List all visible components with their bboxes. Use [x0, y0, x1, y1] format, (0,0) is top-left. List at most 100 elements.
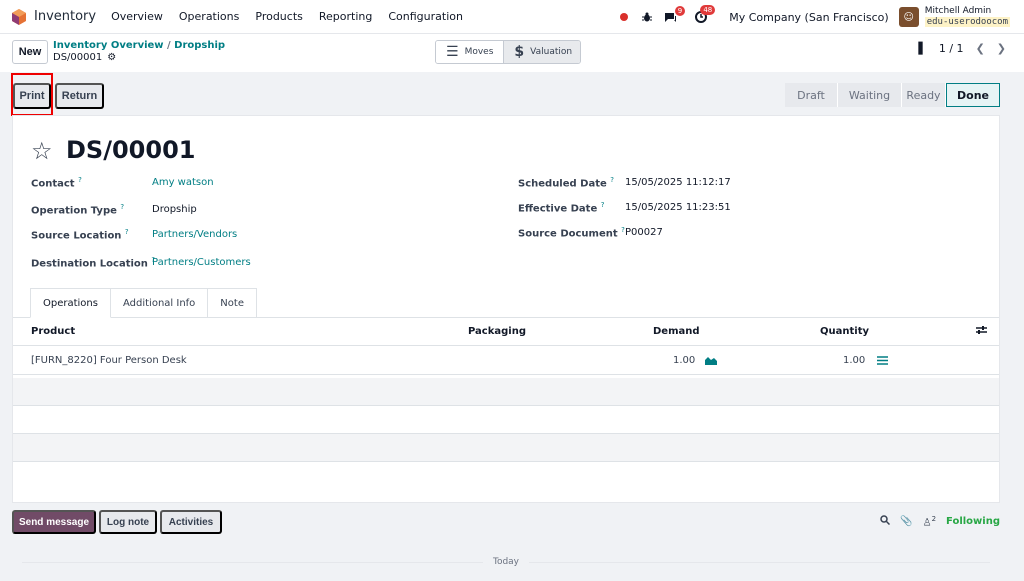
pager-value[interactable]: 1 / 1	[939, 42, 964, 55]
highlight-box	[11, 73, 53, 116]
table-row-empty	[13, 378, 999, 406]
column-product[interactable]: Product	[31, 326, 75, 337]
paperclip-icon[interactable]: 📎	[900, 516, 912, 527]
inventory-app-icon[interactable]	[12, 8, 26, 25]
table-row-empty	[13, 434, 999, 462]
pager-previous-icon[interactable]: ❮	[976, 42, 985, 55]
help-icon[interactable]: ?	[120, 203, 124, 211]
log-note-button[interactable]: Log note	[99, 510, 157, 534]
status-draft[interactable]: Draft	[785, 83, 838, 107]
star-icon[interactable]: ☆	[31, 137, 53, 165]
effective-date-field[interactable]: 15/05/2025 11:23:51	[625, 202, 731, 213]
row-quantity[interactable]: 1.00	[843, 355, 865, 366]
activity-clock-icon[interactable]: 48	[695, 5, 716, 23]
bookmark-icon[interactable]: ▌	[918, 42, 926, 55]
app-name[interactable]: Inventory	[34, 9, 96, 24]
smart-buttons: ☰ Moves $ Valuation	[435, 40, 582, 64]
source-document-label-text: Source Document	[518, 228, 618, 240]
send-message-button[interactable]: Send message	[12, 510, 96, 534]
contact-label-text: Contact	[31, 178, 75, 190]
avatar[interactable]: ☺	[898, 7, 919, 27]
status-waiting[interactable]: Waiting	[838, 83, 902, 107]
breadcrumb-dropship[interactable]: Dropship	[174, 40, 225, 51]
scheduled-date-field[interactable]: 15/05/2025 11:12:17	[625, 177, 731, 188]
source-document-field[interactable]: P00027	[625, 227, 663, 238]
valuation-button[interactable]: $ Valuation	[503, 41, 581, 63]
database-name: edu-userodoocom	[924, 17, 1010, 27]
source-location-field[interactable]: Partners/Vendors	[152, 229, 237, 240]
following-button[interactable]: Following	[946, 516, 1000, 527]
column-settings-icon[interactable]	[976, 325, 987, 338]
gear-icon[interactable]: ⚙	[107, 52, 116, 63]
forecast-chart-icon[interactable]	[705, 356, 717, 368]
operation-type-label: Operation Type ?	[31, 203, 124, 216]
tab-operations[interactable]: Operations	[30, 288, 111, 318]
record-name: DS/00001 ⚙	[53, 52, 116, 63]
chat-badge: 9	[674, 5, 686, 16]
menu-reporting[interactable]: Reporting	[319, 10, 372, 23]
breadcrumb-inventory-overview[interactable]: Inventory Overview	[53, 40, 164, 51]
return-button[interactable]: Return	[55, 83, 104, 109]
status-pipeline: Draft Waiting Ready Done	[785, 83, 1000, 107]
company-switcher[interactable]: My Company (San Francisco)	[729, 11, 888, 24]
pager: ▌ 1 / 1 ❮ ❯	[918, 42, 1006, 55]
help-icon[interactable]: ?	[125, 228, 129, 236]
destination-location-label: Destination Location ?	[31, 256, 155, 269]
column-packaging[interactable]: Packaging	[468, 326, 526, 337]
followers-icon[interactable]: ♙2	[923, 515, 936, 528]
list-icon: ☰	[446, 44, 459, 60]
row-demand[interactable]: 1.00	[673, 355, 695, 366]
operation-type-field[interactable]: Dropship	[152, 204, 197, 215]
user-name: Mitchell Admin	[924, 6, 992, 16]
notebook-tabs: Operations Additional Info Note	[30, 288, 257, 318]
top-navbar: Inventory Overview Operations Products R…	[0, 0, 1024, 34]
new-button[interactable]: New	[12, 40, 48, 64]
chatter-topbar: Send message Log note Activities 📎 ♙2 Fo…	[12, 510, 1000, 536]
form-sheet: ☆ DS/00001 Contact ? Amy watson Operatio…	[12, 115, 1000, 503]
row-product[interactable]: [FURN_8220] Four Person Desk	[31, 355, 187, 366]
destination-location-field[interactable]: Partners/Customers	[152, 257, 251, 268]
followers-count: 2	[931, 515, 937, 523]
tab-additional-info[interactable]: Additional Info	[109, 288, 209, 318]
activities-button[interactable]: Activities	[160, 510, 222, 534]
column-quantity[interactable]: Quantity	[820, 326, 869, 337]
control-panel: New Inventory Overview / Dropship DS/000…	[0, 34, 1024, 72]
scheduled-date-label: Scheduled Date ?	[518, 176, 614, 189]
help-icon[interactable]: ?	[601, 201, 605, 209]
table-row-empty	[13, 406, 999, 434]
tab-note[interactable]: Note	[207, 288, 257, 318]
column-demand[interactable]: Demand	[653, 326, 700, 337]
operation-type-label-text: Operation Type	[31, 205, 117, 217]
table-header: Product Packaging Demand Quantity	[13, 318, 999, 346]
status-ready[interactable]: Ready	[902, 83, 946, 107]
date-separator: Today	[12, 557, 1000, 567]
chatter-actions: 📎 ♙2 Following	[880, 515, 1000, 528]
menu-products[interactable]: Products	[255, 10, 303, 23]
activity-badge: 48	[700, 5, 716, 15]
chat-icon[interactable]: 9	[664, 5, 686, 23]
pager-next-icon[interactable]: ❯	[997, 42, 1006, 55]
scheduled-date-label-text: Scheduled Date	[518, 178, 607, 190]
systray: 9 48 My Company (San Francisco) ☺ Mitche…	[620, 0, 1010, 34]
recording-dot-icon[interactable]	[620, 13, 629, 21]
dollar-icon: $	[514, 44, 525, 60]
help-icon[interactable]: ?	[610, 176, 614, 184]
menu-overview[interactable]: Overview	[111, 10, 163, 23]
breadcrumb-record: DS/00001	[53, 52, 103, 63]
source-document-label: Source Document ?	[518, 226, 625, 239]
moves-button[interactable]: ☰ Moves	[436, 41, 504, 63]
help-icon[interactable]: ?	[78, 176, 82, 184]
menu-configuration[interactable]: Configuration	[388, 10, 463, 23]
search-icon[interactable]	[880, 515, 891, 528]
menu-operations[interactable]: Operations	[179, 10, 239, 23]
scrollbar[interactable]	[1016, 80, 1024, 581]
user-menu[interactable]: Mitchell Admin edu-userodoocom	[924, 6, 1010, 28]
contact-field[interactable]: Amy watson	[152, 177, 214, 188]
page-title: DS/00001	[66, 136, 196, 164]
detailed-operations-icon[interactable]	[877, 356, 888, 368]
table-row[interactable]: [FURN_8220] Four Person Desk 1.00 1.00	[13, 347, 999, 375]
breadcrumb: Inventory Overview / Dropship	[53, 40, 225, 51]
destination-location-label-text: Destination Location	[31, 258, 148, 270]
status-done[interactable]: Done	[946, 83, 1000, 107]
bug-icon[interactable]	[642, 12, 653, 22]
